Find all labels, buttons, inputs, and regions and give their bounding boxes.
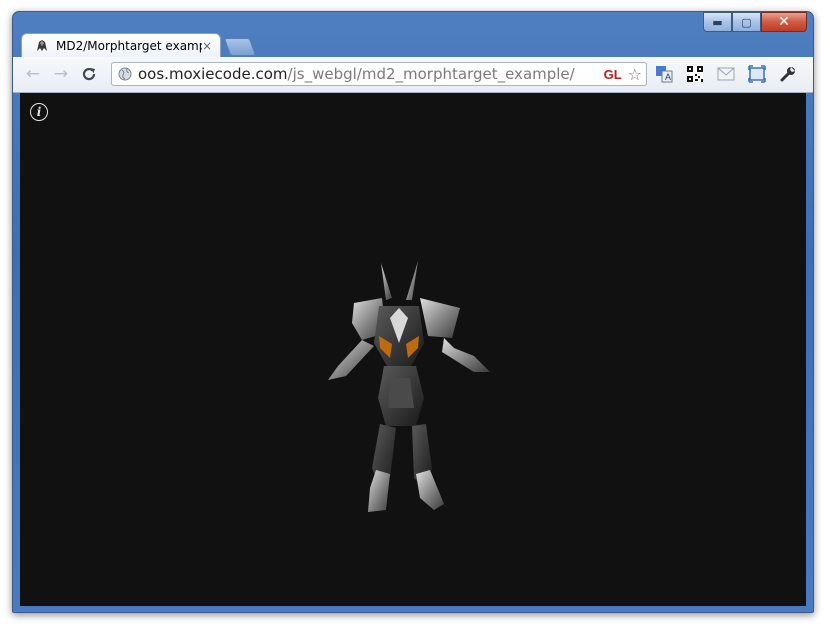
webgl-canvas[interactable]: i	[20, 93, 806, 606]
reload-button[interactable]	[79, 64, 99, 84]
md2-robot-model	[328, 261, 490, 512]
url-host: oos.moxiecode.com	[138, 65, 288, 83]
mail-icon[interactable]	[717, 65, 735, 83]
fullscreen-glyph-icon	[748, 65, 766, 83]
wrench-icon[interactable]	[779, 65, 797, 83]
svg-text:A: A	[665, 72, 671, 82]
translate-icon[interactable]: A	[655, 65, 673, 83]
tab-title: MD2/Morphtarget example	[56, 38, 202, 53]
robot-favicon-icon	[37, 39, 47, 51]
url-path: /js_webgl/md2_morphtarget_example/	[287, 65, 575, 83]
forward-button[interactable]: →	[51, 64, 71, 84]
maximize-button[interactable]: ▢	[732, 12, 761, 32]
bookmark-star-icon[interactable]: ☆	[628, 65, 642, 84]
new-tab-button[interactable]	[223, 38, 257, 56]
globe-icon	[118, 67, 132, 81]
fullscreen-icon[interactable]	[748, 65, 766, 83]
qr-code-icon[interactable]	[686, 65, 704, 83]
url-text: oos.moxiecode.com/js_webgl/md2_morphtarg…	[138, 65, 604, 83]
info-icon[interactable]: i	[30, 103, 48, 121]
webgl-badge[interactable]: GL	[604, 67, 622, 82]
qr-glyph-icon	[687, 66, 703, 82]
close-window-button[interactable]: ✕	[761, 12, 807, 32]
reload-icon	[82, 67, 96, 81]
translate-glyph-icon: A	[656, 66, 673, 83]
browser-window: ▬ ▢ ✕ MD2/Morphtarget example × ← → oos.…	[12, 11, 814, 613]
toolbar: ← → oos.moxiecode.com/js_webgl/md2_morph…	[13, 57, 813, 93]
tab-close-button[interactable]: ×	[202, 39, 212, 53]
address-bar[interactable]: oos.moxiecode.com/js_webgl/md2_morphtarg…	[111, 62, 647, 86]
wrench-glyph-icon	[780, 67, 795, 82]
window-controls: ▬ ▢ ✕	[703, 12, 807, 32]
minimize-button[interactable]: ▬	[703, 12, 732, 32]
back-button[interactable]: ←	[23, 64, 43, 84]
mail-glyph-icon	[717, 67, 735, 81]
tab-md2-example[interactable]: MD2/Morphtarget example ×	[21, 33, 221, 57]
